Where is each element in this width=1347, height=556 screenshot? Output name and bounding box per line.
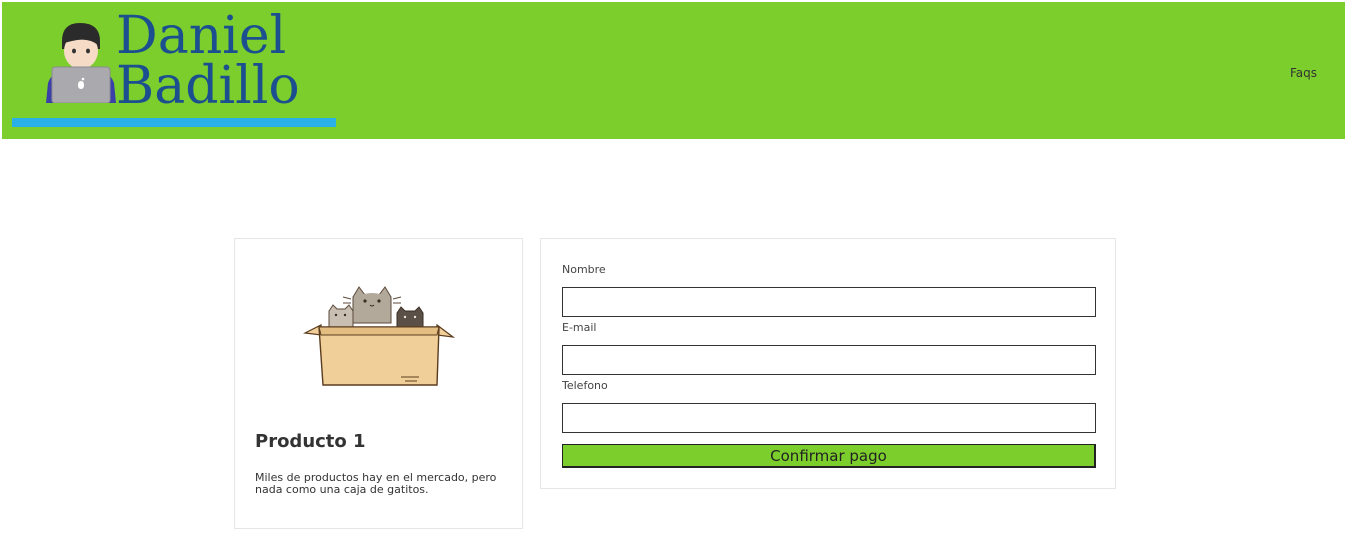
telefono-input[interactable] (562, 403, 1096, 433)
product-title: Producto 1 (255, 431, 366, 452)
email-label: E-mail (562, 321, 597, 334)
telefono-label: Telefono (562, 379, 608, 392)
nav-link-faqs[interactable]: Faqs (1290, 66, 1317, 80)
logo-name: Daniel Badillo (116, 6, 300, 116)
cats-in-box-illustration (302, 286, 456, 386)
site-header: Daniel Badillo Faqs (2, 2, 1345, 139)
logo-underline (12, 118, 336, 127)
email-input[interactable] (562, 345, 1096, 375)
nombre-label: Nombre (562, 263, 606, 276)
logo-line-2: Badillo (116, 56, 300, 116)
person-with-laptop-icon (46, 23, 116, 103)
site-logo[interactable]: Daniel Badillo (12, 6, 338, 129)
nombre-input[interactable] (562, 287, 1096, 317)
product-description: Miles de productos hay en el mercado, pe… (255, 471, 497, 496)
payment-form: Nombre E-mail Telefono Confirmar pago (540, 238, 1116, 489)
product-card: Producto 1 Miles de productos hay en el … (234, 238, 523, 529)
confirm-payment-button[interactable]: Confirmar pago (562, 444, 1096, 468)
logo-line-1: Daniel (116, 6, 287, 66)
